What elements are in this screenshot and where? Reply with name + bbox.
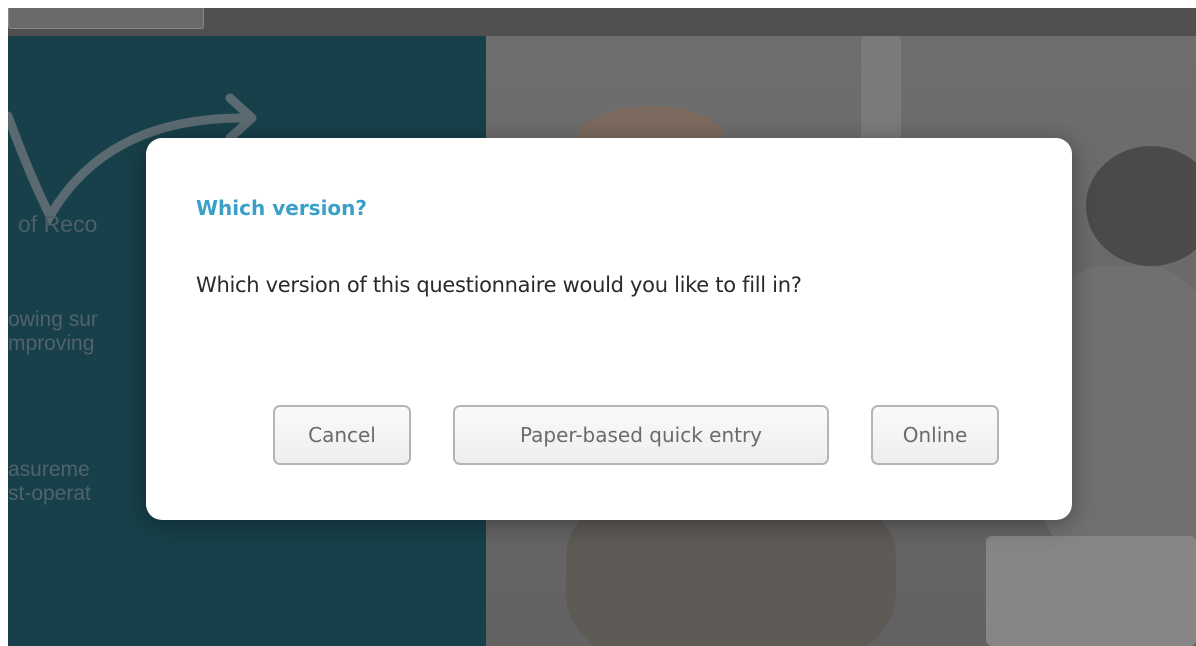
hero-text-line: st-operat <box>8 482 91 505</box>
version-dialog: Which version? Which version of this que… <box>146 138 1072 520</box>
dialog-title: Which version? <box>196 196 368 220</box>
hero-heading-fragment: of Reco <box>18 211 98 237</box>
photo-shape <box>1086 146 1196 266</box>
top-bar <box>8 8 1196 36</box>
dialog-message: Which version of this questionnaire woul… <box>196 273 802 297</box>
hero-text-line: owing sur <box>8 308 98 331</box>
paper-based-quick-entry-button[interactable]: Paper-based quick entry <box>453 405 829 465</box>
hero-text-line: asureme <box>8 458 90 481</box>
hero-text-line: mproving <box>8 332 95 355</box>
online-button[interactable]: Online <box>871 405 999 465</box>
cancel-button[interactable]: Cancel <box>273 405 411 465</box>
screen: of Reco owing sur mproving asureme st-op… <box>0 0 1196 646</box>
photo-shape <box>986 536 1196 646</box>
top-tab <box>8 8 204 29</box>
